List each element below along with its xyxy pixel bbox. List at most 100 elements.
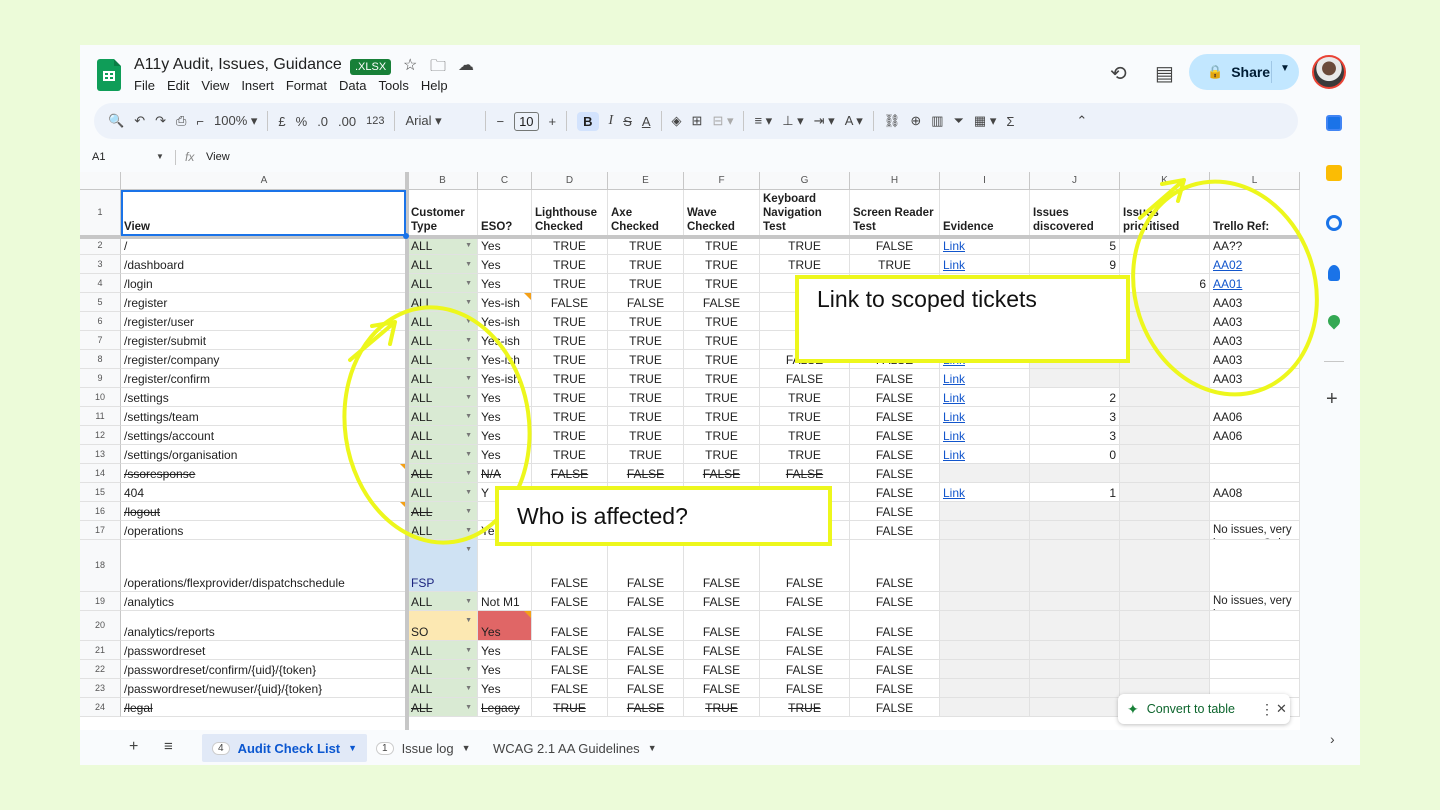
dropdown-icon[interactable]: ▼ <box>465 410 472 424</box>
dropdown-icon[interactable]: ▼ <box>465 448 472 462</box>
calendar-icon[interactable] <box>1326 115 1342 131</box>
search-menus-icon[interactable]: 🔍 <box>108 113 124 129</box>
dropdown-icon[interactable]: ▼ <box>465 296 472 310</box>
menu-tools[interactable]: Tools <box>378 78 408 93</box>
row-header[interactable]: 9 <box>80 369 121 388</box>
row-header[interactable]: 12 <box>80 426 121 445</box>
collapse-toolbar-icon[interactable]: ⌃ <box>1076 113 1087 129</box>
dropdown-icon[interactable]: ▼ <box>465 372 472 386</box>
cell-evidence[interactable]: Link <box>940 407 1030 426</box>
row-header[interactable]: 23 <box>80 679 121 698</box>
row-header[interactable]: 20 <box>80 611 121 641</box>
row-header[interactable]: 7 <box>80 331 121 350</box>
row-header[interactable]: 14 <box>80 464 121 483</box>
convert-to-table-chip[interactable]: ✦ Convert to table ⋮ ✕ <box>1118 694 1290 724</box>
spreadsheet-grid[interactable]: A B C D E F G H I J K L 1 View Customer Type ESO? Lighth… <box>80 172 1300 730</box>
dropdown-icon[interactable]: ▼ <box>465 614 472 628</box>
dropdown-icon[interactable]: ▼ <box>465 644 472 658</box>
select-all-corner[interactable] <box>80 172 121 190</box>
dropdown-icon[interactable]: ▼ <box>465 315 472 329</box>
menu-data[interactable]: Data <box>339 78 366 93</box>
row-header[interactable]: 3 <box>80 255 121 274</box>
font-size-increase-icon[interactable]: + <box>549 114 557 129</box>
keep-icon[interactable] <box>1326 165 1342 181</box>
cell-trello[interactable]: AA01 <box>1210 274 1300 293</box>
comment-indicator-icon[interactable] <box>524 611 531 618</box>
cell-evidence[interactable]: Link <box>940 255 1030 274</box>
fill-color-icon[interactable]: ◈ <box>672 113 682 129</box>
sheet-tab[interactable]: WCAG 2.1 AA Guidelines ▼ <box>493 734 657 762</box>
chevron-down-icon[interactable]: ▼ <box>348 743 357 753</box>
cell-evidence[interactable]: Link <box>940 426 1030 445</box>
close-icon[interactable]: ✕ <box>1276 701 1287 717</box>
row-header[interactable]: 17 <box>80 521 121 540</box>
dropdown-icon[interactable]: ▼ <box>465 505 472 519</box>
row-header[interactable]: 18 <box>80 540 121 592</box>
document-title[interactable]: A11y Audit, Issues, Guidance <box>134 56 342 74</box>
cell-link[interactable]: Link <box>943 258 965 272</box>
text-color-icon[interactable]: A <box>642 114 651 129</box>
font-select[interactable]: Arial ▾ <box>405 113 475 129</box>
row-header[interactable]: 16 <box>80 502 121 521</box>
filter-views-icon[interactable]: ▦ ▾ <box>974 113 996 129</box>
italic-button[interactable]: I <box>609 113 614 129</box>
filter-icon[interactable]: ⏷ <box>954 113 964 129</box>
row-header[interactable]: 21 <box>80 641 121 660</box>
sheets-logo-icon[interactable] <box>97 59 121 91</box>
dropdown-icon[interactable]: ▼ <box>465 595 472 609</box>
cell-link[interactable]: Link <box>943 372 965 386</box>
cell-evidence[interactable]: Link <box>940 388 1030 407</box>
all-sheets-icon[interactable]: ≡ <box>164 738 173 755</box>
column-header-l[interactable]: L <box>1210 172 1300 190</box>
merge-cells-icon[interactable]: ⊟ ▾ <box>712 113 733 129</box>
dropdown-icon[interactable]: ▼ <box>465 277 472 291</box>
number-format-button[interactable]: 123 <box>366 115 384 127</box>
cell-trello[interactable]: AA02 <box>1210 255 1300 274</box>
column-header-d[interactable]: D <box>532 172 608 190</box>
dropdown-icon[interactable]: ▼ <box>465 701 472 715</box>
strikethrough-icon[interactable]: S <box>623 114 632 129</box>
increase-decimal-button[interactable]: .00 <box>338 114 356 129</box>
functions-icon[interactable]: Σ <box>1006 114 1014 129</box>
get-addons-icon[interactable]: + <box>1326 388 1338 411</box>
cell-evidence[interactable]: Link <box>940 483 1030 502</box>
column-header-j[interactable]: J <box>1030 172 1120 190</box>
menu-view[interactable]: View <box>201 78 229 93</box>
print-icon[interactable]: ⎙ <box>176 113 186 129</box>
font-size-decrease-icon[interactable]: − <box>496 114 504 129</box>
share-button[interactable]: 🔒 Share ▼ <box>1189 54 1299 90</box>
dropdown-icon[interactable]: ▼ <box>465 429 472 443</box>
insert-comment-icon[interactable]: ⊕ <box>910 113 921 129</box>
dropdown-icon[interactable]: ▼ <box>465 353 472 367</box>
cell-link[interactable]: AA01 <box>1213 277 1242 291</box>
chevron-down-icon[interactable]: ▼ <box>648 743 657 753</box>
version-history-icon[interactable]: ⟲ <box>1110 61 1127 86</box>
dropdown-icon[interactable]: ▼ <box>465 239 472 253</box>
contacts-icon[interactable] <box>1328 265 1340 281</box>
percent-format-button[interactable]: % <box>296 114 308 129</box>
menu-file[interactable]: File <box>134 78 155 93</box>
more-options-icon[interactable]: ⋮ <box>1260 701 1274 718</box>
text-rotation-icon[interactable]: A ▾ <box>845 113 863 129</box>
row-header[interactable]: 11 <box>80 407 121 426</box>
dropdown-icon[interactable]: ▼ <box>465 486 472 500</box>
currency-format-button[interactable]: £ <box>278 114 285 129</box>
cell-link[interactable]: AA02 <box>1213 258 1242 272</box>
cell-link[interactable]: Link <box>943 429 965 443</box>
column-header-g[interactable]: G <box>760 172 850 190</box>
font-size-input[interactable]: 10 <box>514 111 539 131</box>
menu-help[interactable]: Help <box>421 78 448 93</box>
column-header-b[interactable]: B <box>408 172 478 190</box>
dropdown-icon[interactable]: ▼ <box>465 524 472 538</box>
share-dropdown-icon[interactable]: ▼ <box>1280 63 1290 74</box>
column-header-h[interactable]: H <box>850 172 940 190</box>
cell-evidence[interactable]: Link <box>940 369 1030 388</box>
bold-button[interactable]: B <box>577 111 599 131</box>
cell-link[interactable]: Link <box>943 391 965 405</box>
tasks-icon[interactable] <box>1326 215 1342 231</box>
row-header[interactable]: 8 <box>80 350 121 369</box>
dropdown-icon[interactable]: ▼ <box>465 663 472 677</box>
row-header[interactable]: 4 <box>80 274 121 293</box>
maps-icon[interactable] <box>1325 312 1343 330</box>
row-header[interactable]: 13 <box>80 445 121 464</box>
